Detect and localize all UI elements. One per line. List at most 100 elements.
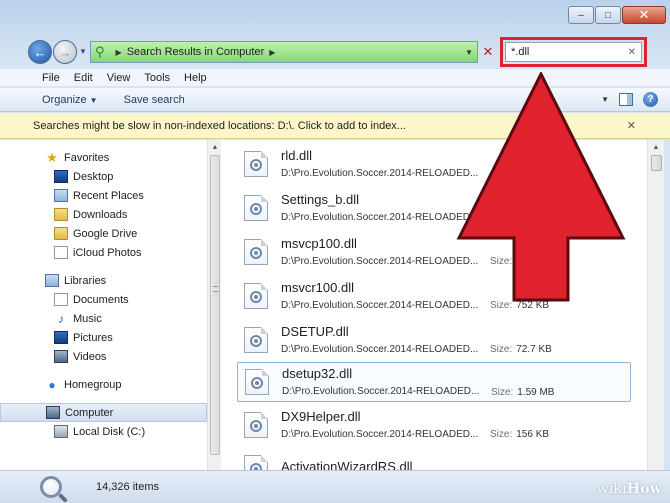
pictures-icon — [54, 331, 68, 344]
search-box[interactable]: ✕ — [505, 42, 642, 62]
help-icon[interactable]: ? — [643, 92, 658, 107]
result-text: msvcr100.dll D:\Pro.Evolution.Soccer.2014… — [281, 280, 478, 312]
dll-file-icon — [244, 239, 268, 265]
nav-downloads[interactable]: Downloads — [0, 205, 207, 224]
videos-icon — [54, 350, 68, 363]
nav-favorites[interactable]: ★ Favorites — [0, 148, 207, 167]
libraries-icon — [45, 274, 59, 287]
gear-icon — [250, 247, 262, 259]
forward-button[interactable]: → — [53, 40, 77, 64]
result-name: msvcp100.dll — [281, 236, 357, 251]
address-dropdown-icon[interactable]: ▼ — [465, 48, 473, 57]
music-note-icon: ♪ — [58, 311, 64, 326]
nav-local-disk-label: Local Disk (C:) — [73, 425, 146, 438]
nav-documents[interactable]: Documents — [0, 290, 207, 309]
scroll-grip-icon — [213, 286, 218, 292]
documents-icon — [54, 293, 68, 306]
breadcrumb-arrow-icon[interactable]: ▶ — [269, 48, 275, 57]
menu-file[interactable]: File — [35, 72, 67, 84]
breadcrumb-search-results[interactable]: Search Results in Computer — [127, 46, 265, 58]
result-path: D:\Pro.Evolution.Soccer.2014-RELOADED... — [282, 386, 480, 397]
dll-file-icon — [244, 412, 268, 438]
menu-help[interactable]: Help — [177, 72, 214, 84]
watermark-wiki: wiki — [596, 481, 627, 497]
nav-icloud-photos-label: iCloud Photos — [73, 246, 142, 259]
stop-search-icon[interactable]: ✕ — [481, 44, 495, 59]
scroll-up-icon[interactable]: ▲ — [208, 140, 221, 154]
dll-file-icon — [244, 195, 268, 221]
search-magnifier-icon — [40, 476, 62, 498]
menu-edit[interactable]: Edit — [67, 72, 100, 84]
gear-icon — [250, 291, 262, 303]
nav-homegroup-label: Homegroup — [64, 378, 122, 391]
scroll-up-icon[interactable]: ▲ — [648, 140, 664, 154]
nav-pictures[interactable]: Pictures — [0, 328, 207, 347]
nav-google-drive[interactable]: Google Drive — [0, 224, 207, 243]
nav-homegroup[interactable]: ● Homegroup — [0, 375, 207, 394]
nav-scroll-thumb[interactable] — [210, 155, 220, 455]
nav-videos[interactable]: Videos — [0, 347, 207, 366]
minimize-button[interactable]: ‒ — [568, 6, 594, 24]
nav-desktop[interactable]: Desktop — [0, 167, 207, 186]
result-item[interactable]: DX9Helper.dll D:\Pro.Evolution.Soccer.201… — [237, 405, 631, 445]
nav-downloads-label: Downloads — [73, 208, 128, 221]
nav-icloud-photos[interactable]: iCloud Photos — [0, 243, 207, 262]
star-icon: ★ — [46, 149, 58, 165]
close-button[interactable]: ✕ — [622, 6, 666, 24]
nav-desktop-label: Desktop — [73, 170, 114, 183]
menu-tools[interactable]: Tools — [137, 72, 177, 84]
result-path: D:\Pro.Evolution.Soccer.2014-RELOADED... — [281, 300, 479, 311]
nav-libraries[interactable]: Libraries — [0, 271, 207, 290]
result-path: D:\Pro.Evolution.Soccer.2014-RELOADED... — [281, 212, 479, 223]
caption-buttons: ‒ □ ✕ — [568, 6, 666, 24]
icloud-photos-icon — [54, 246, 68, 259]
organize-button[interactable]: Organize ▼ — [42, 94, 98, 106]
gear-icon — [250, 420, 262, 432]
clear-search-icon[interactable]: ✕ — [628, 47, 636, 58]
dll-file-icon — [244, 455, 268, 470]
result-text: DX9Helper.dll D:\Pro.Evolution.Soccer.201… — [281, 409, 478, 441]
result-path: D:\Pro.Evolution.Soccer.2014-RELOADED... — [281, 256, 479, 267]
result-size: Size: 72.7 KB — [490, 344, 552, 355]
menu-view[interactable]: View — [100, 72, 138, 84]
result-item[interactable]: DSETUP.dll D:\Pro.Evolution.Soccer.2014-R… — [237, 320, 631, 360]
wikihow-watermark: wikiHow — [597, 481, 662, 497]
nav-scrollbar[interactable]: ▲ — [207, 140, 221, 470]
result-name: Settings_b.dll — [281, 192, 360, 207]
nav-music[interactable]: ♪ Music — [0, 309, 207, 328]
result-size: Size: 1.59 MB — [491, 387, 554, 398]
red-arrow-annotation — [456, 72, 626, 302]
maximize-button[interactable]: □ — [595, 6, 621, 24]
pane-divider[interactable] — [221, 140, 235, 470]
save-search-button[interactable]: Save search — [124, 94, 185, 106]
search-input[interactable] — [511, 46, 621, 58]
nav-recent-places[interactable]: Recent Places — [0, 186, 207, 205]
info-bar-text: Searches might be slow in non-indexed lo… — [33, 119, 406, 132]
search-location-icon: ⚲ — [95, 44, 105, 59]
item-count: 14,326 items — [96, 481, 159, 493]
result-item[interactable]: ActivationWizardRS.dll — [237, 448, 631, 470]
arrow-shape — [456, 72, 626, 302]
recent-pages-dropdown[interactable]: ▼ — [79, 47, 87, 56]
result-size: Size: 156 KB — [490, 429, 549, 440]
results-scrollbar[interactable]: ▲ — [647, 140, 664, 470]
organize-label: Organize — [42, 93, 87, 106]
nav-local-disk-c[interactable]: Local Disk (C:) — [0, 422, 207, 441]
back-button[interactable]: ← — [28, 40, 52, 64]
nav-recent-places-label: Recent Places — [73, 189, 144, 202]
recent-places-icon — [54, 189, 68, 202]
nav-videos-label: Videos — [73, 350, 107, 363]
results-scroll-thumb[interactable] — [651, 155, 662, 171]
size-value: 1.59 MB — [517, 387, 555, 398]
nav-computer[interactable]: Computer — [0, 403, 207, 422]
result-name: ActivationWizardRS.dll — [281, 458, 413, 471]
nav-google-drive-label: Google Drive — [73, 227, 138, 240]
address-bar[interactable]: ⚲ ▶ Search Results in Computer ▶ ▼ — [90, 41, 478, 63]
result-name: rld.dll — [281, 148, 313, 163]
result-item-selected[interactable]: dsetup32.dll D:\Pro.Evolution.Soccer.2014… — [237, 362, 631, 402]
info-bar-close-icon[interactable]: ✕ — [627, 119, 636, 132]
chevron-down-icon: ▼ — [89, 95, 98, 105]
dll-file-icon — [244, 151, 268, 177]
google-drive-folder-icon — [54, 227, 68, 240]
breadcrumb-arrow-icon[interactable]: ▶ — [116, 48, 122, 57]
